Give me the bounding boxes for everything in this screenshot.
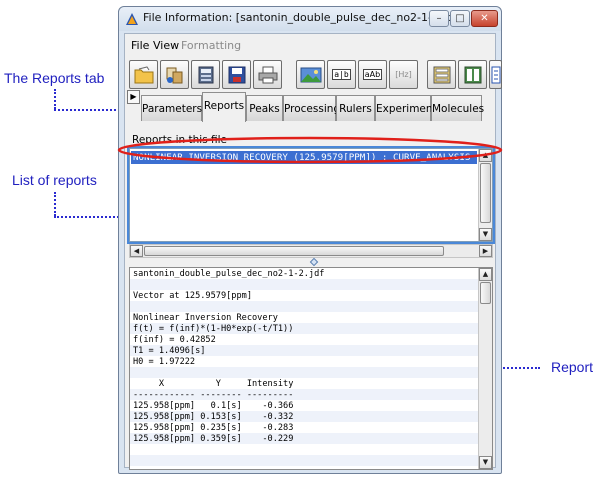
save-button[interactable] xyxy=(222,60,251,89)
two-column-view-button[interactable] xyxy=(458,60,487,89)
splitter-handle[interactable] xyxy=(309,257,319,267)
text-format-button[interactable]: a|b xyxy=(327,60,356,89)
report-row-stripe xyxy=(130,301,479,312)
image-button[interactable] xyxy=(296,60,325,89)
report-row-stripe xyxy=(130,367,479,378)
callout-list-of-reports: List of reports xyxy=(12,172,97,188)
report-line: 125.958[ppm] 0.153[s] -0.332 xyxy=(133,412,294,422)
folder-icon xyxy=(134,65,153,83)
report-line: f(t) = f(inf)*(1-H0*exp(-t/T1)) xyxy=(133,324,294,334)
reports-list-horizontal-scrollbar[interactable]: ◀ ▶ xyxy=(129,244,493,258)
calculator-icon xyxy=(198,66,213,83)
report-row-stripe xyxy=(130,455,479,466)
maximize-button[interactable]: □ xyxy=(450,10,470,27)
report-line: H0 = 1.97222 xyxy=(133,357,196,367)
scroll-left-button[interactable]: ◀ xyxy=(130,245,143,257)
list-icon xyxy=(491,66,500,83)
menu-view[interactable]: View xyxy=(153,39,179,52)
callout-report: Report xyxy=(551,359,594,375)
print-button[interactable] xyxy=(253,60,282,89)
horizontal-scroll-thumb[interactable] xyxy=(144,246,444,256)
scroll-down-button[interactable]: ▼ xyxy=(479,456,492,469)
toolbar: a|b aAb [Hz] xyxy=(129,60,502,92)
report-line: X Y Intensity xyxy=(133,379,294,389)
reports-list[interactable]: NONLINEAR INVERSION RECOVERY (125.9579[P… xyxy=(127,146,495,244)
tab-experiment[interactable]: Experiment xyxy=(375,95,437,121)
report-line: Nonlinear Inversion Recovery xyxy=(133,313,278,323)
reports-list-label: Reports in this file xyxy=(132,134,228,146)
open-folder-button[interactable] xyxy=(129,60,158,89)
report-line: f(inf) = 0.42852 xyxy=(133,335,216,345)
report-line: 125.958[ppm] 0.1[s] -0.366 xyxy=(133,401,294,411)
scroll-up-button[interactable]: ▲ xyxy=(479,268,492,281)
printer-icon xyxy=(258,66,277,83)
image-icon xyxy=(300,67,321,82)
window-title: File Information: [santonin_double_pulse… xyxy=(143,11,461,24)
single-column-view-button[interactable] xyxy=(427,60,456,89)
scroll-thumb[interactable] xyxy=(480,163,491,223)
callout-reports-tab-leader xyxy=(54,89,56,109)
scroll-right-button[interactable]: ▶ xyxy=(479,245,492,257)
tab-bar: ▶ Parameters Reports Peaks Processing Ru… xyxy=(125,90,495,126)
panel-splitter[interactable] xyxy=(125,257,495,267)
file-information-window: File Information: [santonin_double_pulse… xyxy=(118,6,502,474)
calculator-button[interactable] xyxy=(191,60,220,89)
tab-scroll-arrow[interactable]: ▶ xyxy=(127,90,140,104)
callout-reports-tab: The Reports tab xyxy=(4,70,105,86)
hz-units-button[interactable]: [Hz] xyxy=(389,60,418,89)
scroll-thumb[interactable] xyxy=(480,282,491,304)
tab-rulers[interactable]: Rulers xyxy=(336,95,375,121)
single-column-icon xyxy=(433,66,450,83)
copy-button[interactable] xyxy=(160,60,189,89)
report-line: T1 = 1.4096[s] xyxy=(133,346,206,356)
text-format-icon: a|b xyxy=(332,69,351,80)
menu-bar: File View Formatting xyxy=(125,34,495,56)
copy-icon xyxy=(166,67,182,83)
report-row-stripe xyxy=(130,279,479,290)
tab-peaks[interactable]: Peaks xyxy=(246,95,283,121)
save-disk-icon xyxy=(228,66,245,83)
window-content: File View Formatting a|b aAb [Hz] ▶ Para… xyxy=(124,33,502,470)
menu-file[interactable]: File xyxy=(131,39,149,52)
list-item[interactable]: NONLINEAR INVERSION RECOVERY (125.9579[P… xyxy=(131,151,477,164)
text-case-button[interactable]: aAb xyxy=(358,60,387,89)
list-view-button[interactable] xyxy=(489,60,502,89)
callout-list-leader xyxy=(54,192,56,216)
report-line: ------------ -------- --------- xyxy=(133,390,294,400)
tab-molecules[interactable]: Molecules xyxy=(431,95,484,121)
two-column-icon xyxy=(464,66,481,83)
menu-formatting: Formatting xyxy=(181,39,242,52)
tab-parameters[interactable]: Parameters xyxy=(141,95,202,121)
report-line: santonin_double_pulse_dec_no2-1-2.jdf xyxy=(133,269,325,279)
scroll-down-button[interactable]: ▼ xyxy=(479,228,492,241)
report-text-area[interactable]: santonin_double_pulse_dec_no2-1-2.jdf Ve… xyxy=(129,267,493,470)
hz-units-label: [Hz] xyxy=(395,70,412,79)
minimize-button[interactable]: – xyxy=(429,10,449,27)
report-vertical-scrollbar[interactable]: ▲ ▼ xyxy=(478,268,492,469)
close-button[interactable]: ✕ xyxy=(471,10,498,27)
report-line: Vector at 125.9579[ppm] xyxy=(133,291,252,301)
tab-reports[interactable]: Reports xyxy=(202,92,246,122)
scroll-up-button[interactable]: ▲ xyxy=(479,149,492,162)
tab-processing[interactable]: Processing xyxy=(283,95,340,121)
reports-list-vertical-scrollbar[interactable]: ▲ ▼ xyxy=(478,149,492,241)
app-icon xyxy=(126,13,138,25)
text-case-icon: aAb xyxy=(362,69,383,80)
report-line: 125.958[ppm] 0.235[s] -0.283 xyxy=(133,423,294,433)
title-bar[interactable]: File Information: [santonin_double_pulse… xyxy=(119,7,501,31)
report-line: 125.958[ppm] 0.359[s] -0.229 xyxy=(133,434,294,444)
